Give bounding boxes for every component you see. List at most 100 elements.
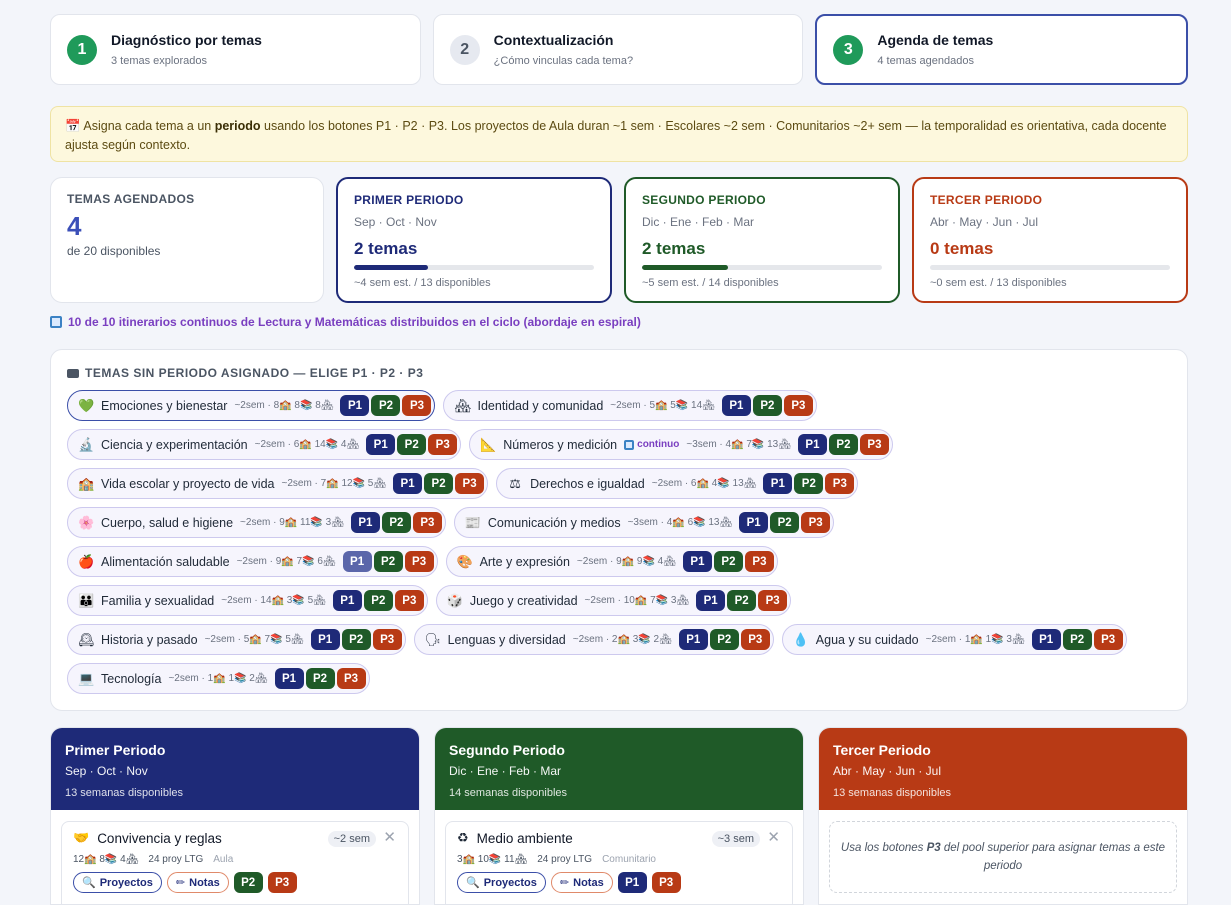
topic-meta: ~2sem · 6🏫 14📚 4🏘 [254,439,360,450]
topic-chip[interactable]: 🏘 Identidad y comunidad ~2sem · 5🏫 5📚 14🏘 P… [443,390,817,421]
remove-topic-button[interactable]: ✕ [383,828,396,846]
assign-p1-button[interactable]: P1 [763,473,793,494]
assign-p3-button[interactable]: P3 [825,473,855,494]
move-to-p3-button[interactable]: P3 [651,872,681,893]
stat-months: Sep · Oct · Nov [354,215,437,229]
pool-rows: 💚 Emociones y bienestar ~2sem · 8🏫 8📚 8🏘 P1… [67,390,1171,694]
notes-button[interactable]: ✏ Notas [550,872,613,893]
topic-meta: ~2sem · 9🏫 11📚 3🏘 [240,517,344,528]
assign-p1-button[interactable]: P1 [274,668,304,689]
assign-p3-button[interactable]: P3 [404,551,434,572]
topic-chip[interactable]: 🎲 Juego y creatividad ~2sem · 10🏫 7📚 3🏘 P1 P… [435,585,792,616]
assign-p1-button[interactable]: P1 [393,473,423,494]
assign-p2-button[interactable]: P2 [1062,629,1092,650]
topic-chip[interactable]: 👪 Familia y sexualidad ~2sem · 14🏫 3📚 5🏘 P1… [67,585,428,616]
step-diagnostico[interactable]: 1 Diagnóstico por temas 3 temas explorad… [50,14,421,85]
assign-p3-button[interactable]: P3 [758,590,788,611]
assign-p1-button[interactable]: P1 [350,512,380,533]
assign-p3-button[interactable]: P3 [372,629,402,650]
topic-chip[interactable]: 📰 Comunicación y medios ~3sem · 4🏫 6📚 13🏘 P… [453,507,835,538]
topic-chip[interactable]: 🍎 Alimentación saludable ~2sem · 9🏫 7📚 6🏘 P… [67,546,438,577]
assign-p1-button[interactable]: P1 [797,434,827,455]
stat-label: PRIMER PERIODO [354,193,464,207]
assign-p3-button[interactable]: P3 [859,434,889,455]
topic-chip[interactable]: 📐 Números y medición continuo ~3sem · 4🏫 7📚… [469,429,893,460]
projects-button[interactable]: 🔍 Proyectos [457,872,546,893]
assign-p1-button[interactable]: P1 [721,395,751,416]
pool-row: 🍎 Alimentación saludable ~2sem · 9🏫 7📚 6🏘 P… [67,546,1171,577]
topic-chip[interactable]: 🔬 Ciencia y experimentación ~2sem · 6🏫 14📚… [67,429,462,460]
projects-button[interactable]: 🔍 Proyectos [73,872,162,893]
assign-p1-button[interactable]: P1 [332,590,362,611]
assign-p2-button[interactable]: P2 [828,434,858,455]
assign-p2-button[interactable]: P2 [371,395,401,416]
assign-p3-button[interactable]: P3 [336,668,366,689]
column-weeks: 14 semanas disponibles [449,787,568,799]
assign-p1-button[interactable]: P1 [678,629,708,650]
assign-p2-button[interactable]: P2 [713,551,743,572]
step-number: 2 [449,34,480,65]
move-to-p2-button[interactable]: P2 [233,872,263,893]
step-title: Diagnóstico por temas [111,32,262,48]
topic-chip[interactable]: 🎨 Arte y expresión ~2sem · 9🏫 9📚 4🏘 P1 P2 P3 [445,546,778,577]
continuous-label: continuo [637,439,680,450]
topic-meta: ~2sem · 1🏫 1📚 2🏘 [168,673,268,684]
assign-p2-button[interactable]: P2 [727,590,757,611]
assign-p3-button[interactable]: P3 [412,512,442,533]
assign-p3-button[interactable]: P3 [744,551,774,572]
move-to-p3-button[interactable]: P3 [267,872,297,893]
assign-p2-button[interactable]: P2 [305,668,335,689]
stat-foot: ~4 sem est. / 13 disponibles [354,277,491,289]
assign-p3-button[interactable]: P3 [402,395,432,416]
assign-p1-button[interactable]: P1 [340,395,370,416]
assign-p2-button[interactable]: P2 [424,473,454,494]
topic-chip[interactable]: 🏫 Vida escolar y proyecto de vida ~2sem · … [67,468,489,499]
topic-chip[interactable]: 💻 Tecnología ~2sem · 1🏫 1📚 2🏘 P1 P2 P3 [67,663,370,694]
assign-p2-button[interactable]: P2 [397,434,427,455]
assign-p1-button[interactable]: P1 [682,551,712,572]
assign-p2-button[interactable]: P2 [373,551,403,572]
assign-p3-button[interactable]: P3 [740,629,770,650]
topic-chip[interactable]: 💚 Emociones y bienestar ~2sem · 8🏫 8📚 8🏘 P1… [67,390,436,421]
topic-chip[interactable]: 🗣 Lenguas y diversidad ~2sem · 2🏫 3📚 2🏘 P1 P… [413,624,774,655]
recycle-icon: ♻ [457,830,469,845]
assign-p1-button[interactable]: P1 [342,551,372,572]
topic-name: Arte y expresión [479,554,570,569]
assign-p3-button[interactable]: P3 [801,512,831,533]
assign-p3-button[interactable]: P3 [783,395,813,416]
topic-chip[interactable]: 🕰 Historia y pasado ~2sem · 5🏫 7📚 5🏘 P1 P2 P3 [67,624,406,655]
assign-p2-button[interactable]: P2 [794,473,824,494]
assign-p2-button[interactable]: P2 [381,512,411,533]
notes-button[interactable]: ✏ Notas [166,872,229,893]
assign-p2-button[interactable]: P2 [752,395,782,416]
stat-sub: de 20 disponibles [67,244,161,258]
assign-p2-button[interactable]: P2 [341,629,371,650]
period-columns: Primer Periodo Sep · Oct · Nov 13 semana… [50,727,1188,905]
topic-chip[interactable]: ⚖ Derechos e igualdad ~2sem · 6🏫 4📚 13🏘 P1 P… [496,468,859,499]
assign-p2-button[interactable]: P2 [770,512,800,533]
progress-fill [354,265,429,270]
dice-icon: 🎲 [446,592,464,608]
column-title: Primer Periodo [65,742,166,758]
topic-chip[interactable]: 💧 Agua y su cuidado ~2sem · 1🏫 1📚 3🏘 P1 P2 P3 [781,624,1127,655]
assign-p3-button[interactable]: P3 [394,590,424,611]
assign-p2-button[interactable]: P2 [709,629,739,650]
assign-p3-button[interactable]: P3 [455,473,485,494]
assign-p1-button[interactable]: P1 [739,512,769,533]
period-buttons: P1 P2 P3 [763,473,855,494]
topic-chip[interactable]: 🌸 Cuerpo, salud e higiene ~2sem · 9🏫 11📚 3… [67,507,446,538]
assign-p1-button[interactable]: P1 [310,629,340,650]
family-icon: 👪 [78,592,95,608]
topic-name: Ciencia y experimentación [101,437,248,452]
assign-p1-button[interactable]: P1 [1031,629,1061,650]
remove-topic-button[interactable]: ✕ [767,828,780,846]
step-agenda[interactable]: 3 Agenda de temas 4 temas agendados [815,14,1189,85]
assign-p3-button[interactable]: P3 [1093,629,1123,650]
step-contextualizacion[interactable]: 2 Contextualización ¿Cómo vinculas cada … [432,14,804,85]
assign-p3-button[interactable]: P3 [428,434,458,455]
assign-p1-button[interactable]: P1 [696,590,726,611]
green-heart-icon: 💚 [78,397,95,413]
assign-p2-button[interactable]: P2 [363,590,393,611]
move-to-p1-button[interactable]: P1 [617,872,647,893]
assign-p1-button[interactable]: P1 [366,434,396,455]
